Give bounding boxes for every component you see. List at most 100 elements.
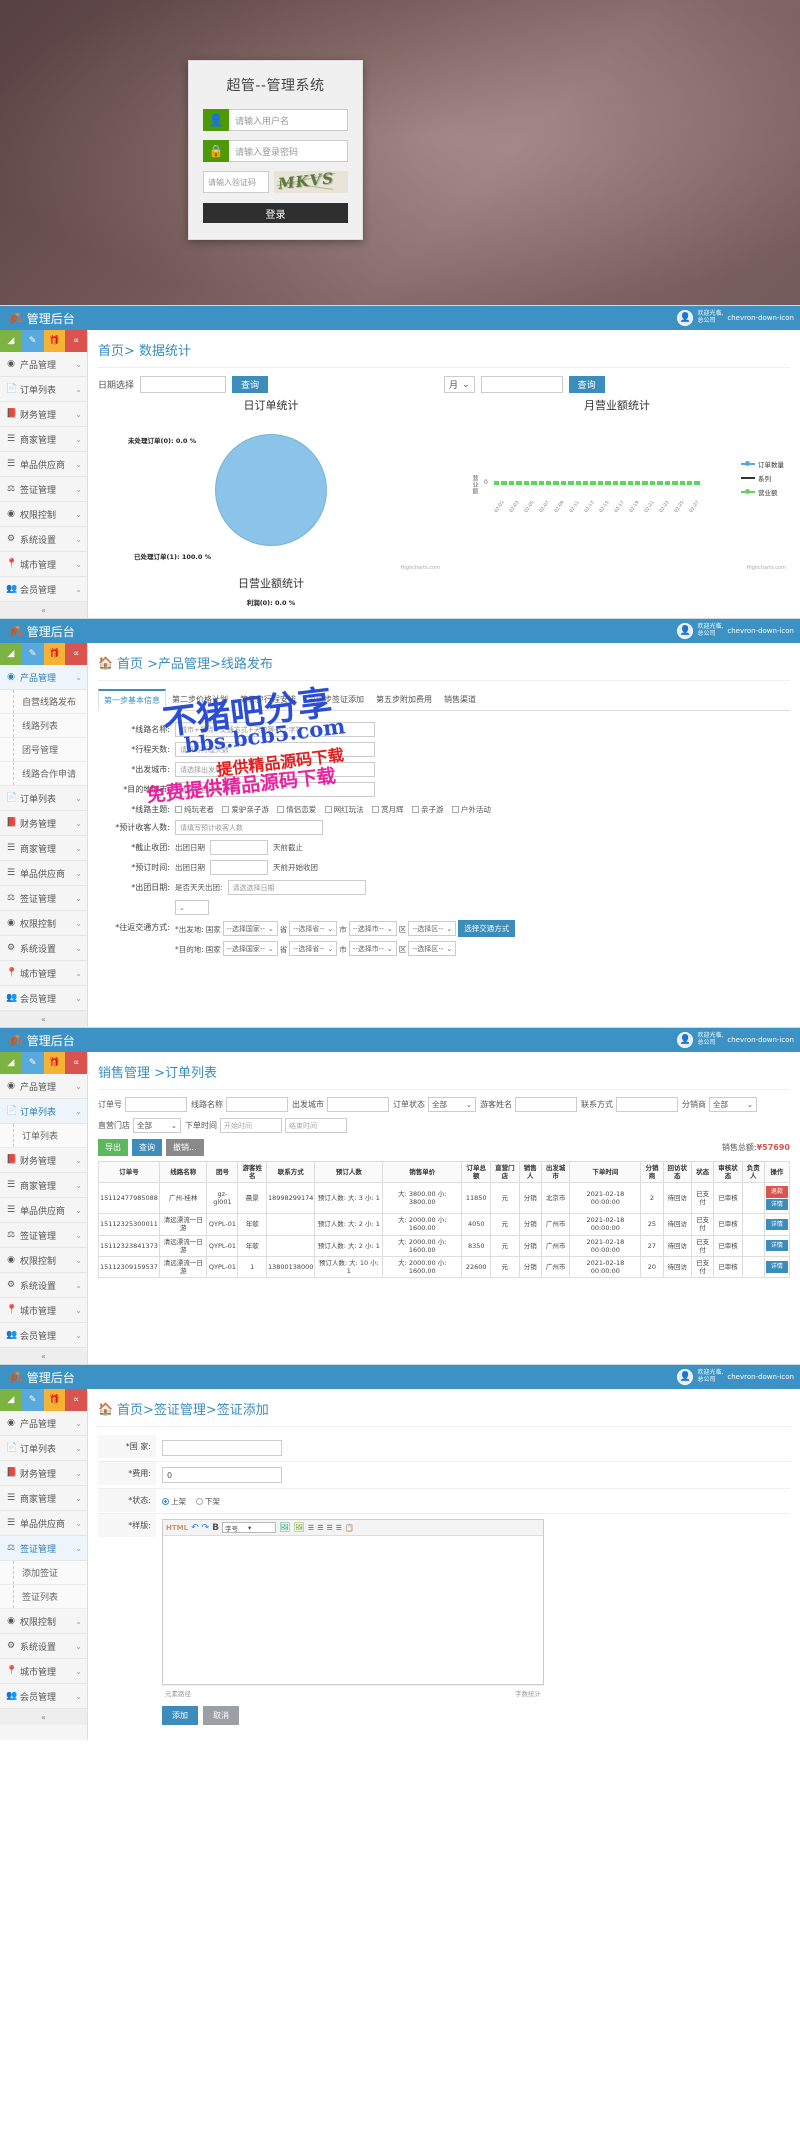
sidebar-item-finance[interactable]: 📕 财务管理 ⌄: [0, 811, 87, 836]
chevron-down-icon[interactable]: chevron-down-icon: [727, 1373, 794, 1381]
select-transport-button[interactable]: 选择交通方式: [458, 920, 516, 937]
sidebar-subitem-add-visa[interactable]: 添加签证: [0, 1561, 87, 1585]
sidebar-item-members[interactable]: 👥 会员管理 ⌄: [0, 1323, 87, 1348]
theme-option[interactable]: 情侣恋爱: [277, 804, 316, 815]
theme-option[interactable]: 爱驴亲子游: [222, 804, 269, 815]
sidebar-item-orders[interactable]: 📄 订单列表 ⌄: [0, 1099, 87, 1124]
sidebar-item-merchants[interactable]: ☰ 商家管理 ⌄: [0, 1486, 87, 1511]
sidebar-item-members[interactable]: 👥 会员管理 ⌄: [0, 577, 87, 602]
end-time-input[interactable]: 结束时间: [285, 1118, 347, 1133]
align-center-icon[interactable]: ☰: [317, 1524, 323, 1532]
guest-name-input[interactable]: [515, 1097, 577, 1112]
sidebar-item-orders[interactable]: 📄 订单列表 ⌄: [0, 377, 87, 402]
export-button[interactable]: 导出: [98, 1139, 128, 1156]
sidebar-subitem-order-list[interactable]: 订单列表: [0, 1124, 87, 1148]
sidebar-item-visa[interactable]: ⚖ 签证管理 ⌄: [0, 886, 87, 911]
expected-guests-input[interactable]: 请填写预计收客人数: [175, 820, 323, 835]
sidebar-item-members[interactable]: 👥 会员管理 ⌄: [0, 986, 87, 1011]
theme-option[interactable]: 户外活动: [451, 804, 491, 815]
share-tool[interactable]: ∝: [65, 1389, 87, 1411]
legend-item-series[interactable]: 系列: [741, 473, 784, 483]
add-button[interactable]: 添加: [162, 1706, 198, 1725]
order-no-input[interactable]: [125, 1097, 187, 1112]
sidebar-item-merchants[interactable]: ☰ 商家管理 ⌄: [0, 836, 87, 861]
route-name-input[interactable]: 城市+景点+交通方式+天数等多个字符: [175, 722, 375, 737]
sidebar-item-suppliers[interactable]: ☰ 单品供应商 ⌄: [0, 1511, 87, 1536]
topbar-user[interactable]: 👤 欢迎光临, 总公司 chevron-down-icon: [677, 1032, 794, 1048]
month-input[interactable]: [480, 376, 563, 393]
sidebar-item-merchants[interactable]: ☰ 商家管理 ⌄: [0, 427, 87, 452]
tab-step4[interactable]: 第四步签证添加: [302, 689, 370, 710]
align-justify-icon[interactable]: ☰: [336, 1524, 342, 1532]
sidebar-collapse-button[interactable]: «: [0, 1011, 87, 1027]
username-input[interactable]: 请输入用户名: [229, 109, 348, 131]
cutoff-days-input[interactable]: [210, 840, 268, 855]
sidebar-collapse-button[interactable]: «: [0, 1709, 87, 1725]
captcha-image[interactable]: MKVS: [274, 171, 348, 193]
password-input[interactable]: 请输入登录密码: [229, 140, 348, 162]
chevron-down-icon[interactable]: chevron-down-icon: [727, 627, 794, 635]
theme-option[interactable]: 网红玩法: [324, 804, 364, 815]
legend-item-revenue[interactable]: 营业额: [741, 487, 784, 497]
destination-city-input[interactable]: 请选择目的地城市: [175, 782, 375, 797]
country-select-back[interactable]: --选择国家-- ⌄: [222, 941, 278, 956]
align-left-icon[interactable]: ☰: [308, 1524, 314, 1532]
tab-step2[interactable]: 第二步价格计划: [166, 689, 234, 710]
sidebar-item-system[interactable]: ⚙ 系统设置 ⌄: [0, 527, 87, 552]
booking-days-input[interactable]: [210, 860, 268, 875]
detail-button[interactable]: 详情: [765, 1198, 788, 1211]
share-tool[interactable]: ∝: [65, 1052, 87, 1074]
topbar-user[interactable]: 👤 欢迎光临, 总公司 chevron-down-icon: [677, 623, 794, 639]
gift-tool[interactable]: 🎁: [43, 1389, 66, 1411]
sidebar-subitem-route-list[interactable]: 线路列表: [0, 714, 87, 738]
login-submit-button[interactable]: 登录: [203, 203, 348, 223]
detail-button[interactable]: 详情: [765, 1261, 788, 1273]
start-time-input[interactable]: 开始时间: [220, 1118, 282, 1133]
sidebar-item-orders[interactable]: 📄 订单列表 ⌄: [0, 786, 87, 811]
sidebar-collapse-button[interactable]: «: [0, 602, 87, 618]
city-select-out[interactable]: --选择市-- ⌄: [348, 921, 397, 936]
query-button[interactable]: 查询: [132, 1139, 162, 1156]
district-select-out[interactable]: --选择区-- ⌄: [408, 921, 457, 936]
chevron-down-icon[interactable]: chevron-down-icon: [727, 1036, 794, 1044]
sidebar-item-finance[interactable]: 📕 财务管理 ⌄: [0, 1148, 87, 1173]
sidebar-subitem-route-publish[interactable]: 自营线路发布: [0, 690, 87, 714]
chevron-down-icon[interactable]: chevron-down-icon: [727, 314, 794, 322]
sidebar-subitem-route-coop[interactable]: 线路合作申请: [0, 762, 87, 786]
sidebar-item-permissions[interactable]: ◉ 权限控制 ⌄: [0, 502, 87, 527]
sidebar-item-city[interactable]: 📍 城市管理 ⌄: [0, 1659, 87, 1684]
image-upload-icon[interactable]: 🖼: [293, 1523, 304, 1533]
status-radio-online[interactable]: 上架: [162, 1496, 186, 1507]
image-icon[interactable]: 🖼: [279, 1523, 290, 1533]
province-select-back[interactable]: --选择省-- ⌄: [289, 941, 338, 956]
province-select-out[interactable]: --选择省-- ⌄: [289, 921, 338, 936]
sidebar-item-system[interactable]: ⚙ 系统设置 ⌄: [0, 1634, 87, 1659]
distributor-select[interactable]: 全部 ⌄: [709, 1097, 757, 1112]
store-select[interactable]: 全部 ⌄: [133, 1118, 181, 1133]
revoke-button[interactable]: 撤销...: [166, 1139, 204, 1156]
chart-tool[interactable]: ◢: [0, 643, 22, 665]
sidebar-item-city[interactable]: 📍 城市管理 ⌄: [0, 552, 87, 577]
sidebar-item-members[interactable]: 👥 会员管理 ⌄: [0, 1684, 87, 1709]
departure-city-input[interactable]: [327, 1097, 389, 1112]
month-query-button[interactable]: 查询: [568, 376, 605, 393]
sidebar-item-visa[interactable]: ⚖ 签证管理 ⌄: [0, 1536, 87, 1561]
topbar-user[interactable]: 👤 欢迎光临, 总公司 chevron-down-icon: [677, 310, 794, 326]
undo-icon[interactable]: ↶: [191, 1523, 199, 1533]
edit-tool[interactable]: ✎: [21, 330, 44, 352]
redo-icon[interactable]: ↷: [202, 1523, 210, 1533]
font-size-select[interactable]: 字号 ▾: [222, 1522, 277, 1533]
sidebar-collapse-button[interactable]: «: [0, 1348, 87, 1364]
city-select-back[interactable]: --选择市-- ⌄: [348, 941, 397, 956]
fee-input[interactable]: 0: [162, 1467, 282, 1483]
detail-button[interactable]: 详情: [765, 1218, 788, 1231]
sidebar-item-orders[interactable]: 📄 订单列表 ⌄: [0, 1436, 87, 1461]
bold-button[interactable]: B: [212, 1523, 219, 1533]
country-input[interactable]: [162, 1440, 282, 1456]
sidebar-item-visa[interactable]: ⚖ 签证管理 ⌄: [0, 477, 87, 502]
sidebar-item-permissions[interactable]: ◉ 权限控制 ⌄: [0, 911, 87, 936]
sidebar-item-system[interactable]: ⚙ 系统设置 ⌄: [0, 936, 87, 961]
sidebar-subitem-visa-list[interactable]: 签证列表: [0, 1585, 87, 1609]
route-name-input[interactable]: [226, 1097, 288, 1112]
trip-days-input[interactable]: 请填写行程天数: [175, 742, 375, 757]
